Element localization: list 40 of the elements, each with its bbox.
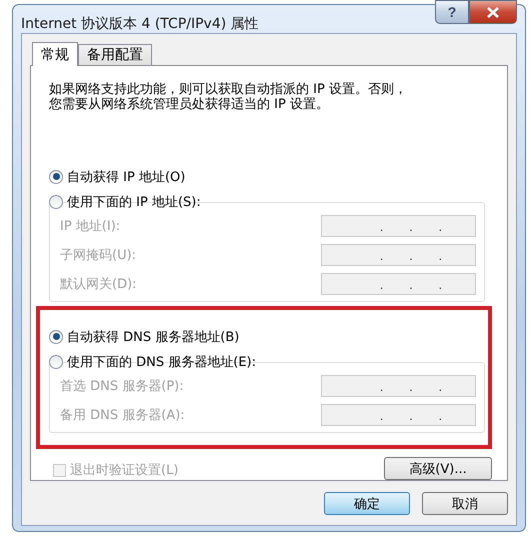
- checkbox-label: 退出时验证设置(L): [70, 462, 178, 479]
- radio-label: 使用下面的 IP 地址(S):: [67, 194, 201, 210]
- radio-label: 自动获得 IP 地址(O): [67, 168, 186, 186]
- radio-button[interactable]: [49, 194, 63, 208]
- separator-dot: .: [380, 279, 384, 292]
- field-label: 默认网关(D):: [60, 276, 137, 293]
- field-label: IP 地址(I):: [60, 218, 120, 235]
- cancel-button[interactable]: 取消: [422, 492, 508, 515]
- radio-button[interactable]: [49, 170, 63, 184]
- help-button[interactable]: ?: [435, 0, 469, 24]
- radio-label: 自动获得 DNS 服务器地址(B): [67, 328, 240, 346]
- separator-dot: .: [380, 221, 384, 234]
- field-label: 子网掩码(U):: [60, 247, 136, 264]
- radio-button[interactable]: [49, 354, 63, 368]
- tab[interactable]: 备用配置: [78, 44, 152, 65]
- close-button[interactable]: [469, 0, 517, 24]
- separator-dot: .: [438, 221, 442, 234]
- separator-dot: .: [409, 221, 413, 234]
- radio-label: 使用下面的 DNS 服务器地址(E):: [67, 354, 256, 370]
- separator-dot: .: [438, 250, 442, 263]
- description-text: 如果网络支持此功能，则可以获取自动指派的 IP 设置。否则，: [49, 82, 408, 97]
- description-text: 您需要从网络系统管理员处获得适当的 IP 设置。: [49, 97, 330, 112]
- separator-dot: .: [438, 410, 442, 423]
- window-title: Internet 协议版本 4 (TCP/IPv4) 属性: [21, 15, 259, 33]
- separator-dot: .: [409, 410, 413, 423]
- separator-dot: .: [409, 381, 413, 394]
- advanced-button[interactable]: 高级(V)...: [384, 457, 492, 480]
- radio-button[interactable]: [49, 330, 63, 344]
- separator-dot: .: [438, 381, 442, 394]
- separator-dot: .: [409, 250, 413, 263]
- separator-dot: .: [380, 250, 384, 263]
- separator-dot: .: [409, 279, 413, 292]
- ok-button[interactable]: 确定: [324, 492, 410, 515]
- close-icon: [487, 6, 499, 18]
- field-label: 首选 DNS 服务器(P):: [60, 378, 184, 395]
- tab[interactable]: 常规: [32, 42, 78, 66]
- separator-dot: .: [380, 410, 384, 423]
- field-label: 备用 DNS 服务器(A):: [60, 407, 185, 424]
- separator-dot: .: [380, 381, 384, 394]
- separator-dot: .: [438, 279, 442, 292]
